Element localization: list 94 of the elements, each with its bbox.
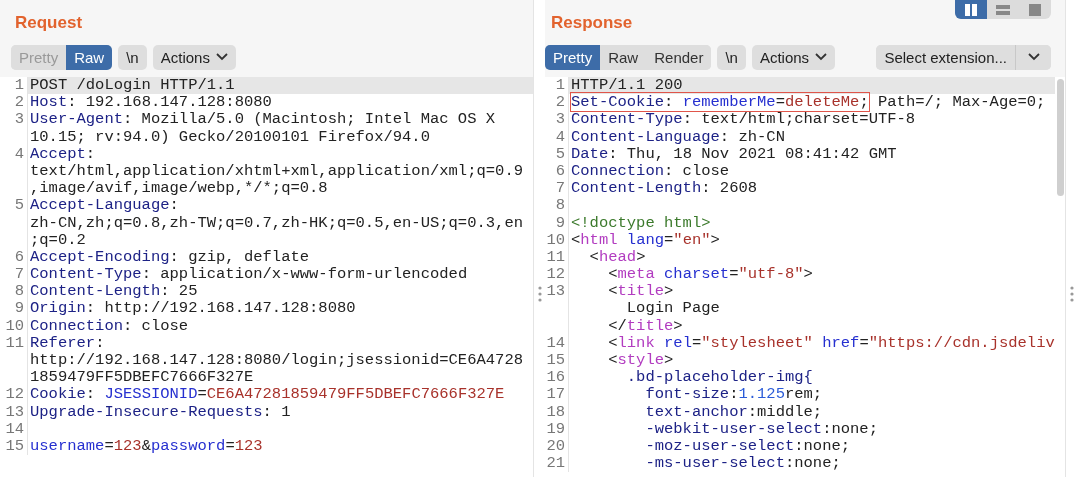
code-line: Accept: <box>29 145 97 163</box>
line-number: 19 <box>545 420 569 438</box>
code-line: User-Agent: Mozilla/5.0 (Macintosh; Intel Mac OS X <box>29 111 497 129</box>
chevron-down-icon <box>815 53 828 61</box>
code-line: -webkit-user-select:none; <box>644 420 879 438</box>
line-number: 5 <box>0 197 28 215</box>
code-line: Referer: <box>29 334 106 352</box>
pane-title: Request <box>15 13 83 33</box>
scrollbar-thumb[interactable] <box>1056 79 1064 196</box>
code-line: -ms-user-select:none; <box>644 455 842 473</box>
layout-button[interactable] <box>955 0 987 19</box>
drag-handle-icon[interactable] <box>1069 285 1074 302</box>
code-line: <head> <box>588 248 647 267</box>
line-number: 5 <box>545 145 569 163</box>
line-number: 2 <box>0 94 28 112</box>
newline-button[interactable]: \n <box>118 44 147 70</box>
line-number: 9 <box>545 214 569 232</box>
code-line: Content-Type: text/html;charset=UTF-8 <box>570 111 917 129</box>
line-number: 13 <box>0 403 28 421</box>
code-line: <style> <box>607 352 675 370</box>
code-line: text/html,application/xhtml+xml,application/xml;q=0.9 <box>29 162 524 181</box>
code-line: Content-Language: zh-CN <box>570 128 786 146</box>
code-line: 1859479FF5DBEFC7666F327E <box>29 369 255 387</box>
code-line: http://192.168.147.128:8080/login;jsessionid=CE6A4728 <box>29 352 524 370</box>
line-number: 6 <box>0 248 28 267</box>
code-line: <title> <box>607 283 675 301</box>
stacked-view-icon <box>996 3 1010 16</box>
actions-button[interactable]: Actions <box>751 44 836 70</box>
code-line: -moz-user-select:none; <box>644 437 852 456</box>
code-line: Cookie: JSESSIONID=CE6A47281859479FF5DBEFC7666F327E <box>29 386 506 404</box>
code-line: 10.15; rv:94.0) Gecko/20100101 Firefox/94.0 <box>29 128 431 146</box>
code-line: <meta charset="utf-8"> <box>607 266 814 284</box>
line-number: 14 <box>545 334 569 352</box>
actions-button[interactable]: Actions <box>152 44 236 70</box>
line-number: 4 <box>0 145 28 163</box>
newline-button[interactable]: \n <box>717 44 746 70</box>
code-line: font-size:1.125rem; <box>644 386 824 404</box>
line-number: 18 <box>545 403 569 421</box>
dropdown-button[interactable] <box>1015 44 1051 70</box>
line-number: 9 <box>0 300 28 318</box>
line-number: 13 <box>545 283 569 301</box>
code-line: Content-Length: 25 <box>29 283 199 301</box>
code-line: ,image/avif,image/webp,*/*;q=0.8 <box>29 180 329 198</box>
line-number: 10 <box>0 317 28 335</box>
line-number: 11 <box>0 334 28 352</box>
drag-handle-icon[interactable] <box>537 285 542 302</box>
code-line: zh-CN,zh;q=0.8,zh-TW;q=0.7,zh-HK;q=0.5,en-US;q=0.3,en <box>29 214 524 232</box>
line-number: 20 <box>545 437 569 456</box>
line-number: 17 <box>545 386 569 404</box>
code-line: Origin: http://192.168.147.128:8080 <box>29 300 357 318</box>
code-line: Login Page <box>625 300 721 318</box>
code-line: <!doctype html> <box>570 214 712 232</box>
code-line: Date: Thu, 18 Nov 2021 08:41:42 GMT <box>570 145 898 163</box>
code-line: Set-Cookie: rememberMe=deleteMe; Path=/; Max-Age=0; <box>570 94 1047 112</box>
code-line: Host: 192.168.147.128:8080 <box>29 94 273 112</box>
line-number: 7 <box>0 266 28 284</box>
line-number: 10 <box>545 231 569 249</box>
pane-title: Response <box>551 13 633 33</box>
line-number: 15 <box>0 437 28 456</box>
code-line: Accept-Language: <box>29 197 180 215</box>
code-line: Connection: close <box>570 162 731 181</box>
code-line: </title> <box>607 317 684 335</box>
line-number: 15 <box>545 352 569 370</box>
view-tab[interactable]: Raw <box>66 44 113 70</box>
line-number: 12 <box>545 266 569 284</box>
line-number: 4 <box>545 128 569 146</box>
view-tab[interactable]: Pretty <box>545 44 601 70</box>
code-line: username=123&password=123 <box>29 437 264 456</box>
single-view-icon <box>1029 3 1041 16</box>
line-number: 14 <box>0 420 28 438</box>
code-line: Content-Length: 2608 <box>570 180 759 198</box>
line-number: 3 <box>0 111 28 129</box>
code-line: <html lang="en"> <box>570 231 721 249</box>
line-number: 2 <box>545 94 569 112</box>
code-line: Upgrade-Insecure-Requests: 1 <box>29 403 292 421</box>
line-number: 11 <box>545 248 569 267</box>
line-number: 6 <box>545 162 569 181</box>
code-line: <link rel="stylesheet" href="https://cdn.jsdeliv <box>607 334 1055 352</box>
code-line: text-anchor:middle; <box>644 403 824 421</box>
split-view-icon <box>964 3 978 16</box>
chevron-down-icon <box>1027 53 1040 61</box>
line-number: 16 <box>545 369 569 387</box>
line-number: 12 <box>0 386 28 404</box>
code-line: Content-Type: application/x-www-form-urlencoded <box>29 266 469 284</box>
code-line: Accept-Encoding: gzip, deflate <box>29 248 311 267</box>
line-number: 8 <box>0 283 28 301</box>
chevron-down-icon <box>215 53 228 61</box>
code-line: ;q=0.2 <box>29 231 87 249</box>
line-number: 21 <box>545 455 569 473</box>
line-number: 8 <box>545 197 569 215</box>
line-number: 7 <box>545 180 569 198</box>
line-number: 3 <box>545 111 569 129</box>
code-line: .bd-placeholder-img{ <box>625 369 814 387</box>
code-line: Connection: close <box>29 317 190 335</box>
